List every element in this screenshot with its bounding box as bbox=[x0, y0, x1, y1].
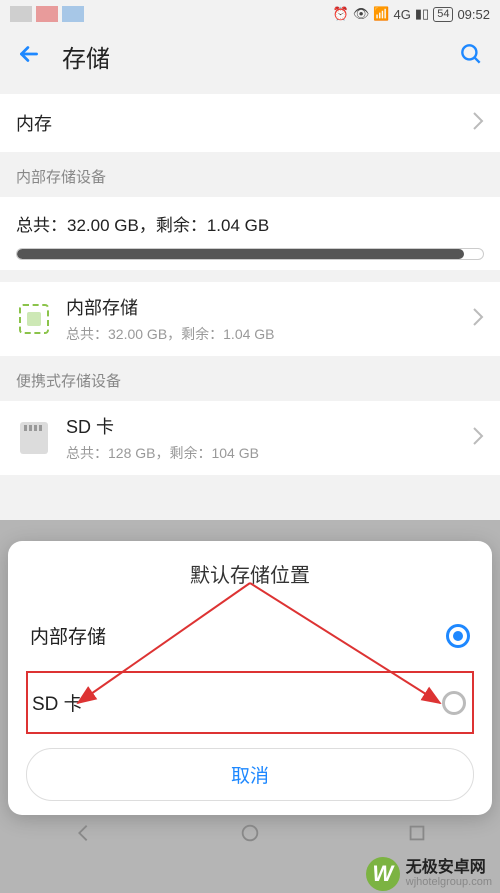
cancel-label: 取消 bbox=[231, 766, 269, 787]
annotation-highlight-box: SD 卡 bbox=[26, 671, 474, 734]
option-internal-label: 内部存储 bbox=[30, 622, 106, 649]
nav-recents-button[interactable] bbox=[406, 822, 428, 849]
nav-back-button[interactable] bbox=[72, 822, 94, 849]
option-sd-card[interactable]: SD 卡 bbox=[28, 673, 472, 732]
watermark: W 无极安卓网 wjhotelgroup.com bbox=[366, 857, 492, 891]
watermark-logo: W bbox=[366, 857, 400, 891]
radio-selected-icon bbox=[446, 624, 470, 648]
modal-scrim-top[interactable] bbox=[0, 0, 500, 520]
navigation-bar bbox=[0, 817, 500, 853]
cancel-button[interactable]: 取消 bbox=[26, 748, 474, 801]
option-internal-storage[interactable]: 内部存储 bbox=[8, 606, 492, 665]
watermark-url: wjhotelgroup.com bbox=[406, 877, 492, 889]
radio-unselected-icon bbox=[442, 691, 466, 715]
option-sd-label: SD 卡 bbox=[32, 689, 83, 716]
nav-home-button[interactable] bbox=[239, 822, 261, 849]
dialog-title: 默认存储位置 bbox=[8, 559, 492, 588]
default-storage-dialog: 默认存储位置 内部存储 SD 卡 取消 bbox=[8, 541, 492, 815]
watermark-brand: 无极安卓网 bbox=[406, 860, 492, 877]
